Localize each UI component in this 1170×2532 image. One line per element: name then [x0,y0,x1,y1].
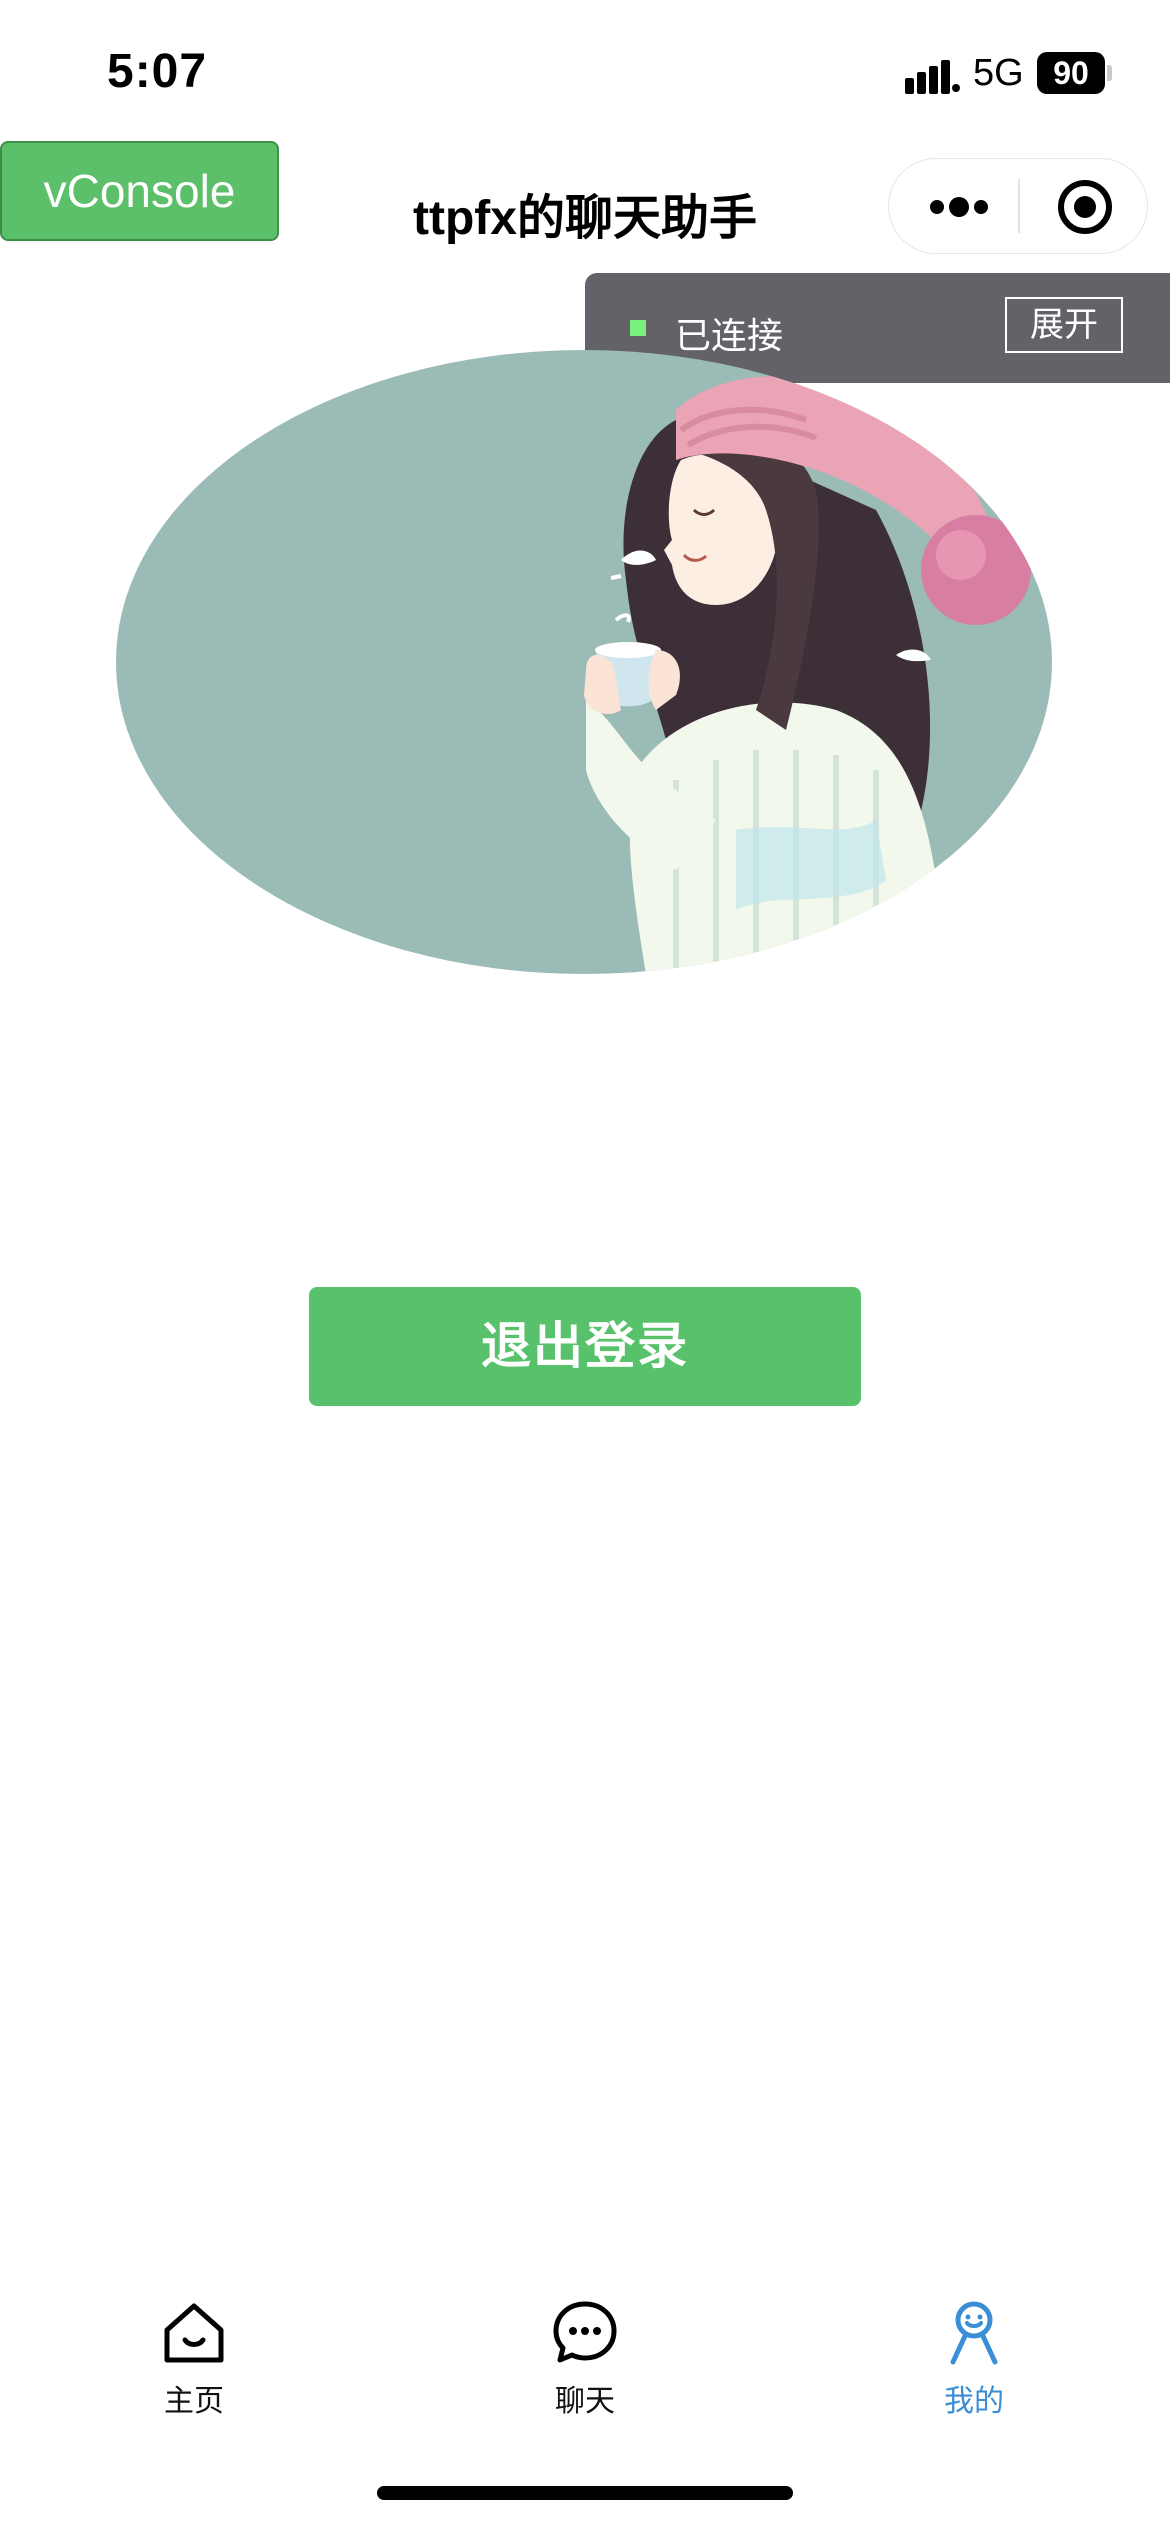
battery-icon: 90 [1037,52,1113,94]
expand-button[interactable]: 展开 [1005,297,1123,353]
network-type: 5G [973,52,1024,94]
tab-mine[interactable]: 我的 [894,2298,1054,2420]
tab-chat-label: 聊天 [555,2385,615,2418]
capsule-divider [1018,179,1020,233]
more-icon[interactable] [929,189,1029,225]
page-title: ttpfx的聊天助手 [413,192,757,245]
status-bar: 5:07 5G 90 [0,0,1170,140]
tab-home-label: 主页 [164,2385,224,2418]
person-icon [950,2301,998,2365]
home-indicator [377,2486,793,2500]
tab-home[interactable]: 主页 [114,2298,274,2420]
status-time: 5:07 [107,45,208,98]
close-miniprogram-icon[interactable] [1057,179,1113,235]
battery-level: 90 [1037,52,1105,94]
avatar-image [116,350,1052,974]
connection-status-dot [630,320,646,336]
logout-button[interactable]: 退出登录 [309,1287,861,1406]
signal-icon [905,60,960,94]
tab-mine-label: 我的 [944,2385,1004,2418]
tab-chat[interactable]: 聊天 [505,2298,665,2420]
vconsole-button[interactable]: vConsole [0,141,279,241]
home-icon [164,2303,224,2363]
chat-icon [553,2301,617,2363]
miniprogram-capsule [888,158,1148,254]
